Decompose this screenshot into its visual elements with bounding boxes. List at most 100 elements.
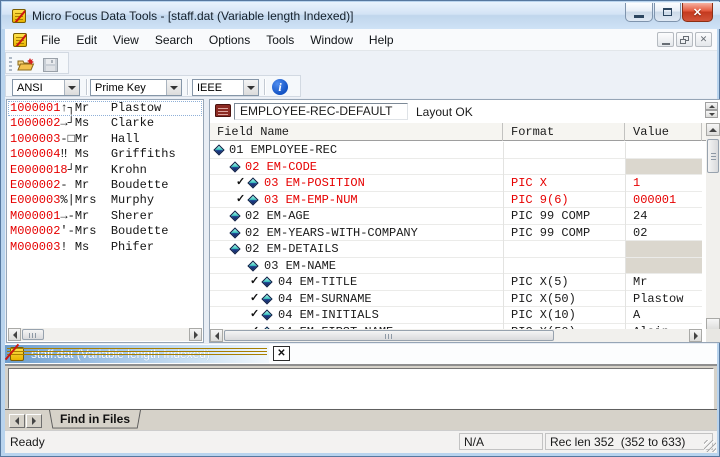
scroll-left-button[interactable] [210,329,223,342]
field-row[interactable]: ✓04 EM-SURNAMEPIC X(50)Plastow [210,291,702,308]
toolbar-grip[interactable] [9,57,12,71]
tab-scroll-right-button[interactable] [26,414,42,428]
field-row[interactable]: 03 EM-NAME [210,258,702,275]
tab-find-in-files[interactable]: Find in Files [49,410,141,430]
record-layout-icon [215,104,231,117]
scroll-right-button[interactable] [189,328,202,341]
chevron-down-icon [170,86,178,90]
field-name: 03 EM-NAME [264,258,336,275]
scroll-right-button[interactable] [689,329,702,342]
scroll-left-button[interactable] [8,328,21,341]
open-file-button[interactable] [16,56,36,73]
info-button[interactable]: i [272,79,288,95]
field-format: PIC 99 COMP [511,208,590,225]
field-row[interactable]: ✓04 EM-INITIALSPIC X(10)A [210,307,702,324]
spin-down-button[interactable] [705,110,718,118]
menu-item-window[interactable]: Window [302,33,361,47]
record-row[interactable]: 1000002→┘Ms Clarke [8,116,202,131]
check-icon: ✓ [250,291,259,308]
record-row[interactable]: E000003%|Mrs Murphy [8,193,202,208]
chevron-down-icon [247,86,255,90]
arrow-down-icon [709,113,715,116]
record-row[interactable]: M000001→-Mr Sherer [8,209,202,224]
field-row[interactable]: ✓03 EM-POSITIONPIC X1 [210,175,702,192]
field-row[interactable]: 02 EM-CODE [210,159,702,176]
field-row[interactable]: 02 EM-AGEPIC 99 COMP24 [210,208,702,225]
key-combo-arrow-button[interactable] [166,80,181,95]
menu-item-view[interactable]: View [105,33,147,47]
record-row[interactable]: M000002'-Mrs Boudette [8,224,202,239]
menu-item-file[interactable]: File [33,33,68,47]
column-format[interactable]: Format [503,123,625,141]
arrow-up-icon [709,105,715,108]
document-logo-icon[interactable] [13,33,27,47]
arrow-left-icon [215,332,219,340]
field-row[interactable]: 02 EM-DETAILS [210,241,702,258]
record-list-hscrollbar[interactable] [8,328,202,341]
record-row[interactable]: M000003! Ms Phifer [8,240,202,255]
tab-scroll-left-button[interactable] [9,414,25,428]
record-row[interactable]: 1000003-□Mr Hall [8,132,202,147]
scroll-up-button[interactable] [706,123,720,136]
scroll-thumb[interactable] [22,329,44,340]
document-tab[interactable]: staff.dat (Variable length Indexed) [5,345,269,363]
field-table-vscrollbar[interactable] [706,123,720,331]
info-icon: i [278,80,281,95]
field-name: 01 EMPLOYEE-REC [229,142,337,159]
menu-item-help[interactable]: Help [361,33,402,47]
spin-up-button[interactable] [705,102,718,110]
float-format-combo[interactable]: IEEE [192,79,259,96]
menu-item-tools[interactable]: Tools [258,33,302,47]
charset-combo-arrow-button[interactable] [64,80,79,95]
menu-item-options[interactable]: Options [201,33,258,47]
layout-name-box[interactable]: EMPLOYEE-REC-DEFAULT [234,103,408,120]
document-close-button[interactable]: ✕ [273,346,290,361]
key-combo[interactable]: Prime Key [90,79,182,96]
column-value[interactable]: Value [625,123,702,141]
field-format: PIC X(50) [511,291,576,308]
field-row[interactable]: ✓04 EM-TITLEPIC X(5)Mr [210,274,702,291]
window-title: Micro Focus Data Tools - [staff.dat (Var… [32,9,354,23]
scroll-thumb[interactable] [224,330,554,341]
field-row[interactable]: 01 EMPLOYEE-REC [210,142,702,159]
menu-item-search[interactable]: Search [147,33,201,47]
mdi-close-button[interactable]: ✕ [695,32,712,47]
check-icon: ✓ [236,175,245,192]
record-row[interactable]: E0000018┘Mr Krohn [8,163,202,178]
float-format-combo-arrow-button[interactable] [243,80,258,95]
mdi-restore-button[interactable] [676,32,693,47]
chevron-down-icon [68,86,76,90]
field-row[interactable]: ✓03 EM-EMP-NUMPIC 9(6)000001 [210,192,702,209]
scroll-thumb[interactable] [707,139,719,173]
minimize-button[interactable] [625,3,653,22]
record-key: 1000004 [10,147,60,161]
record-text: -□Mr Hall [60,132,139,146]
menu-item-edit[interactable]: Edit [68,33,105,47]
field-value: A [633,307,640,324]
scroll-track[interactable] [21,328,189,341]
find-in-files-label: Find in Files [49,412,141,426]
save-file-button[interactable] [40,56,60,73]
key-combo-value: Prime Key [91,82,166,94]
field-row[interactable]: 02 EM-YEARS-WITH-COMPANYPIC 99 COMP02 [210,225,702,242]
close-button[interactable]: ✕ [682,3,713,22]
field-table-hscrollbar[interactable] [210,329,702,342]
column-field-name[interactable]: Field Name [210,123,503,141]
mdi-minimize-button[interactable] [657,32,674,47]
charset-combo[interactable]: ANSI [12,79,80,96]
resize-grip[interactable] [704,440,716,452]
output-pane: Find in Files [5,366,717,430]
field-format: PIC 9(6) [511,192,569,209]
field-name: 03 EM-EMP-NUM [264,192,358,209]
field-format: PIC X(5) [511,274,569,291]
mdi-minimize-icon [662,43,670,45]
record-text: %|Mrs Murphy [60,193,154,207]
find-results-area[interactable] [8,368,714,409]
field-format: PIC X [511,175,547,192]
record-row[interactable]: 1000004‼ Ms Griffiths [8,147,202,162]
record-row[interactable]: 1000001↑┐Mr Plastow [8,101,202,116]
maximize-button[interactable] [654,3,681,22]
scroll-track[interactable] [223,329,689,342]
record-row[interactable]: E000002- Mr Boudette [8,178,202,193]
menu-items: FileEditViewSearchOptionsToolsWindowHelp [33,29,402,51]
